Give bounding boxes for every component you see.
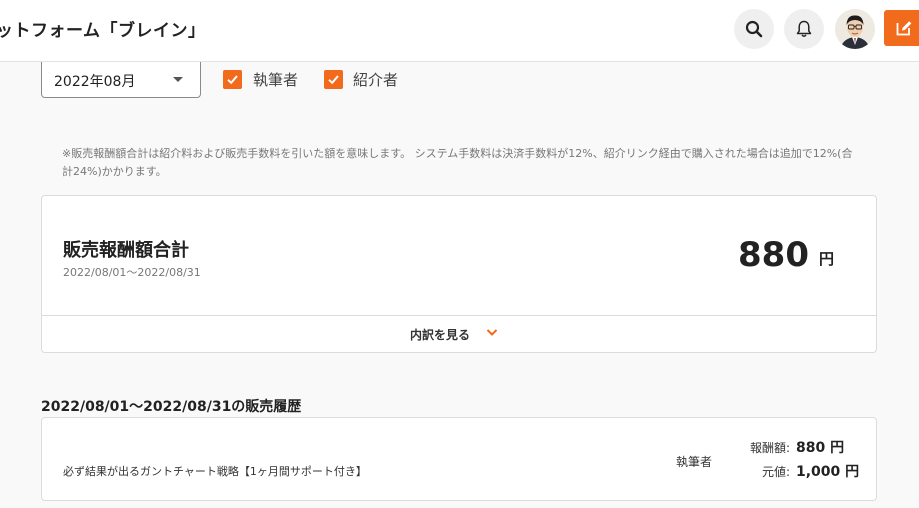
check-icon <box>328 75 339 85</box>
check-icon <box>227 75 238 85</box>
referrer-checkbox-label[interactable]: 紹介者 <box>353 69 398 90</box>
price-value: 1,000 円 <box>796 464 860 480</box>
reward-summary-card: 販売報酬額合計 2022/08/01～2022/08/31 880 円 <box>41 195 877 316</box>
chevron-down-icon <box>486 329 498 336</box>
breakdown-label: 内訳を見る <box>410 328 471 342</box>
breakdown-toggle-button[interactable]: 内訳を見る <box>41 316 877 353</box>
search-icon <box>745 20 763 38</box>
notification-button[interactable] <box>784 9 824 49</box>
reward-label: 報酬額: <box>749 441 790 455</box>
fee-note: ※販売報酬額合計は紹介料および販売手数料を引いた額を意味します。 システム手数料… <box>62 147 853 178</box>
referrer-checkbox[interactable] <box>324 70 343 89</box>
user-avatar[interactable] <box>835 9 875 49</box>
author-checkbox-label[interactable]: 執筆者 <box>253 69 298 90</box>
chevron-down-icon <box>173 77 183 82</box>
month-select-value: 2022年08月 <box>54 74 136 90</box>
sale-role: 執筆者 <box>676 455 713 469</box>
site-title[interactable]: ットフォーム「ブレイン」 <box>0 16 206 41</box>
month-select[interactable]: 2022年08月 <box>41 62 201 98</box>
price-label: 元値: <box>761 465 790 479</box>
history-title: 2022/08/01～2022/08/31の販売履歴 <box>41 399 302 415</box>
bell-icon <box>796 20 812 37</box>
app-header: ットフォーム「ブレイン」 <box>0 0 919 62</box>
reward-value: 880 円 <box>796 440 845 456</box>
avatar-icon <box>835 9 875 49</box>
author-checkbox[interactable] <box>223 70 242 89</box>
summary-period: 2022/08/01～2022/08/31 <box>63 266 201 279</box>
summary-unit: 円 <box>818 250 834 268</box>
sales-history-row[interactable]: 必ず結果が出るガントチャート戦略【1ヶ月間サポート付き】 執筆者 報酬額: 88… <box>41 417 877 501</box>
summary-amount: 880 <box>738 235 809 275</box>
summary-title: 販売報酬額合計 <box>63 240 189 261</box>
search-button[interactable] <box>734 9 774 49</box>
edit-icon <box>896 21 912 36</box>
sale-item-name[interactable]: 必ず結果が出るガントチャート戦略【1ヶ月間サポート付き】 <box>63 463 367 479</box>
write-post-button[interactable] <box>884 10 919 46</box>
